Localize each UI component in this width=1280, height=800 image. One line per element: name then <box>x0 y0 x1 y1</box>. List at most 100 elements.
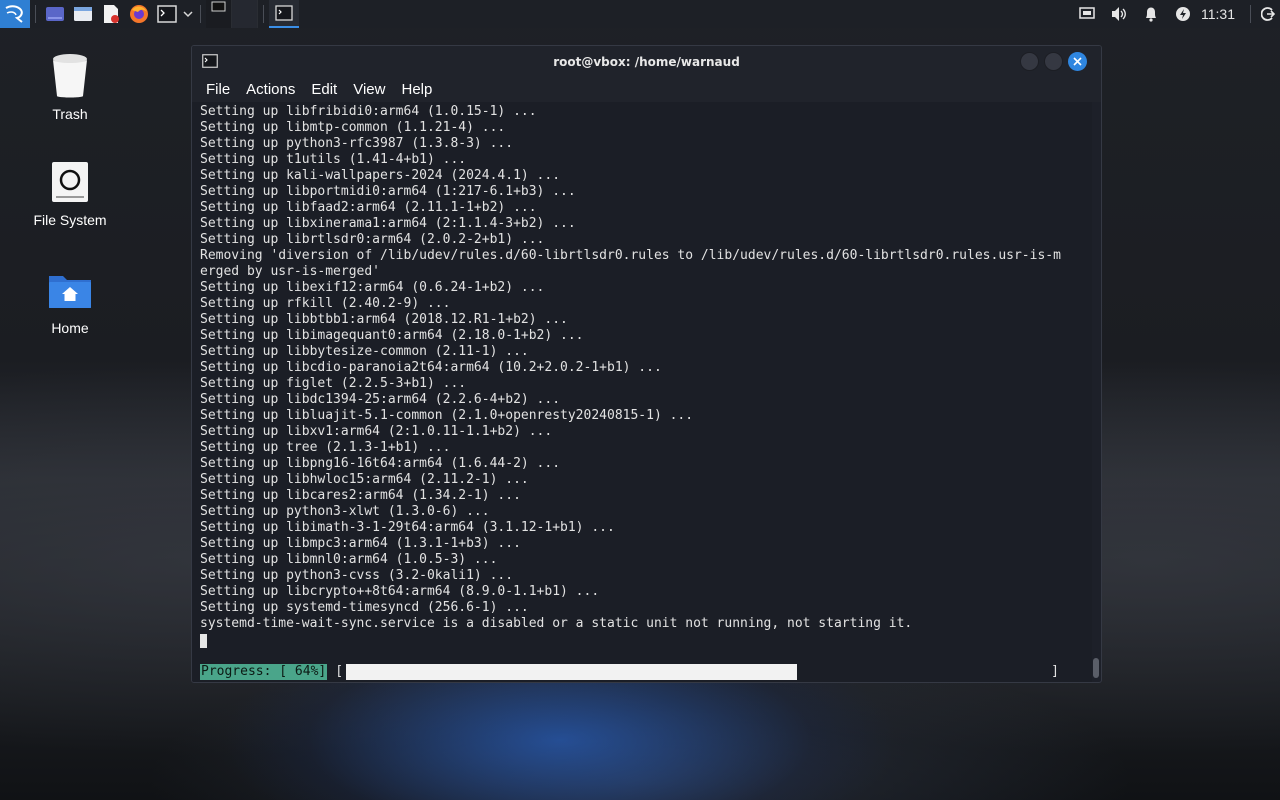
volume-icon <box>1112 7 1126 21</box>
network-icon <box>1079 7 1095 19</box>
desktop-icon-label: File System <box>33 212 107 228</box>
terminal-line: Setting up python3-cvss (3.2-0kali1) ... <box>200 568 514 583</box>
terminal-line: Setting up libxinerama1:arm64 (2:1.1.4-3… <box>200 216 576 231</box>
terminal-lines: Setting up libfribidi0:arm64 (1.0.15-1) … <box>200 104 1092 632</box>
terminal-icon <box>202 54 218 68</box>
trash-icon <box>46 52 94 100</box>
logout-icon <box>1261 7 1275 21</box>
terminal-line: Setting up libportmidi0:arm64 (1:217-6.1… <box>200 184 576 199</box>
terminal-line: Setting up t1utils (1.41-4+b1) ... <box>200 152 467 167</box>
desktop-icon-label: Trash <box>52 106 88 122</box>
menu-bar: File Actions Edit View Help <box>192 77 1101 102</box>
terminal-line: Setting up libbytesize-common (2.11-1) .… <box>200 344 529 359</box>
firefox-icon <box>130 5 148 23</box>
panel-clock[interactable]: 11:31 <box>1199 6 1245 22</box>
terminal-icon <box>157 5 177 23</box>
top-panel: 11:31 <box>0 0 1280 28</box>
terminal-line: Setting up libmnl0:arm64 (1.0.5-3) ... <box>200 552 498 567</box>
terminal-line: Setting up libdc1394-25:arm64 (2.2.6-4+b… <box>200 392 561 407</box>
progress-close-bracket: ] <box>1051 664 1059 679</box>
network-indicator[interactable] <box>1071 0 1103 28</box>
menu-view[interactable]: View <box>345 81 393 98</box>
close-icon <box>1073 57 1082 66</box>
kali-menu-icon <box>5 5 23 23</box>
window-titlebar[interactable]: root@vbox: /home/warnaud <box>192 46 1101 77</box>
panel-separator <box>1250 5 1251 23</box>
menu-file[interactable]: File <box>198 81 238 98</box>
text-editor-icon <box>104 5 119 23</box>
notifications-indicator[interactable] <box>1135 0 1167 28</box>
terminal-line: systemd-time-wait-sync.service is a disa… <box>200 616 913 631</box>
terminal-line: Setting up libcares2:arm64 (1.34.2-1) ..… <box>200 488 521 503</box>
terminal-line: Setting up libimath-3-1-29t64:arm64 (3.1… <box>200 520 615 535</box>
terminal-line: erged by usr-is-merged' <box>200 264 381 279</box>
workspace-icon <box>46 7 64 21</box>
terminal-line: Setting up libmtp-common (1.1.21-4) ... <box>200 120 506 135</box>
terminal-line: Setting up libhwloc15:arm64 (2.11.2-1) .… <box>200 472 529 487</box>
desktop-icon-file-system[interactable]: File System <box>22 158 118 228</box>
terminal-line: Setting up libcrypto++8t64:arm64 (8.9.0-… <box>200 584 600 599</box>
terminal-line: Setting up libluajit-5.1-common (2.1.0+o… <box>200 408 694 423</box>
workspace-1[interactable] <box>206 0 232 28</box>
terminal-line: Setting up libfaad2:arm64 (2.11.1-1+b2) … <box>200 200 537 215</box>
text-editor-launcher[interactable] <box>97 0 125 28</box>
terminal-line: Setting up libexif12:arm64 (0.6.24-1+b2)… <box>200 280 545 295</box>
terminal-line: Setting up libfribidi0:arm64 (1.0.15-1) … <box>200 104 537 119</box>
terminal-launcher-dropdown[interactable] <box>181 0 195 28</box>
terminal-line: Setting up libbtbb1:arm64 (2018.12.R1-1+… <box>200 312 568 327</box>
terminal-line: Setting up kali-wallpapers-2024 (2024.4.… <box>200 168 561 183</box>
menu-edit[interactable]: Edit <box>303 81 345 98</box>
power-indicator[interactable] <box>1167 0 1199 28</box>
progress-track <box>346 664 1051 680</box>
terminal-line: Setting up figlet (2.2.5-3+b1) ... <box>200 376 467 391</box>
volume-indicator[interactable] <box>1103 0 1135 28</box>
terminal-line: Setting up libpng16-16t64:arm64 (1.6.44-… <box>200 456 561 471</box>
power-icon <box>1176 7 1190 21</box>
desktop-icon-home[interactable]: Home <box>22 266 118 336</box>
terminal-line: Setting up systemd-timesyncd (256.6-1) .… <box>200 600 529 615</box>
kali-menu-button[interactable] <box>0 0 30 28</box>
terminal-launcher[interactable] <box>153 0 181 28</box>
terminal-line: Setting up libimagequant0:arm64 (2.18.0-… <box>200 328 584 343</box>
terminal-line: Setting up tree (2.1.3-1+b1) ... <box>200 440 451 455</box>
progress-fill <box>346 664 798 680</box>
notifications-icon <box>1146 7 1156 22</box>
drive-icon <box>46 158 94 206</box>
menu-help[interactable]: Help <box>393 81 440 98</box>
firefox-launcher[interactable] <box>125 0 153 28</box>
terminal-line: Setting up rfkill (2.40.2-9) ... <box>200 296 451 311</box>
logout-button[interactable] <box>1256 0 1280 28</box>
panel-separator <box>263 5 264 23</box>
progress-open-bracket: [ <box>335 664 344 679</box>
terminal-cursor-line <box>200 632 1092 648</box>
panel-separator <box>35 5 36 23</box>
text-cursor <box>200 634 207 648</box>
panel-separator <box>200 5 201 23</box>
terminal-window: root@vbox: /home/warnaud File Actions Ed… <box>191 45 1102 683</box>
terminal-line: Setting up librtlsdr0:arm64 (2.0.2-2+b1)… <box>200 232 545 247</box>
terminal-line: Setting up libcdio-paranoia2t64:arm64 (1… <box>200 360 662 375</box>
file-manager-icon <box>74 7 92 21</box>
file-manager-launcher[interactable] <box>69 0 97 28</box>
close-button[interactable] <box>1068 52 1087 71</box>
workspace-2[interactable] <box>232 0 258 28</box>
desktop-icon-trash[interactable]: Trash <box>22 52 118 122</box>
terminal-line: Setting up python3-xlwt (1.3.0-6) ... <box>200 504 490 519</box>
maximize-button[interactable] <box>1044 52 1063 71</box>
desktop-icon-label: Home <box>51 320 89 336</box>
terminal-scrollbar[interactable] <box>1093 658 1099 678</box>
workspace-window-thumbnail <box>211 1 226 12</box>
chevron-down-icon <box>183 11 193 18</box>
window-title: root@vbox: /home/warnaud <box>553 54 740 69</box>
progress-label: Progress: [ 64%] <box>200 664 328 680</box>
home-folder-icon <box>46 266 94 314</box>
terminal-output[interactable]: Setting up libfribidi0:arm64 (1.0.15-1) … <box>192 102 1092 682</box>
terminal-icon <box>275 5 293 21</box>
taskbar-terminal-window[interactable] <box>269 0 299 28</box>
workspace-switcher-launcher[interactable] <box>41 0 69 28</box>
minimize-button[interactable] <box>1020 52 1039 71</box>
terminal-line: Setting up libxv1:arm64 (2:1.0.11-1.1+b2… <box>200 424 553 439</box>
menu-actions[interactable]: Actions <box>238 81 303 98</box>
terminal-line: Removing 'diversion of /lib/udev/rules.d… <box>200 248 1061 263</box>
terminal-line: Setting up libmpc3:arm64 (1.3.1-1+b3) ..… <box>200 536 521 551</box>
